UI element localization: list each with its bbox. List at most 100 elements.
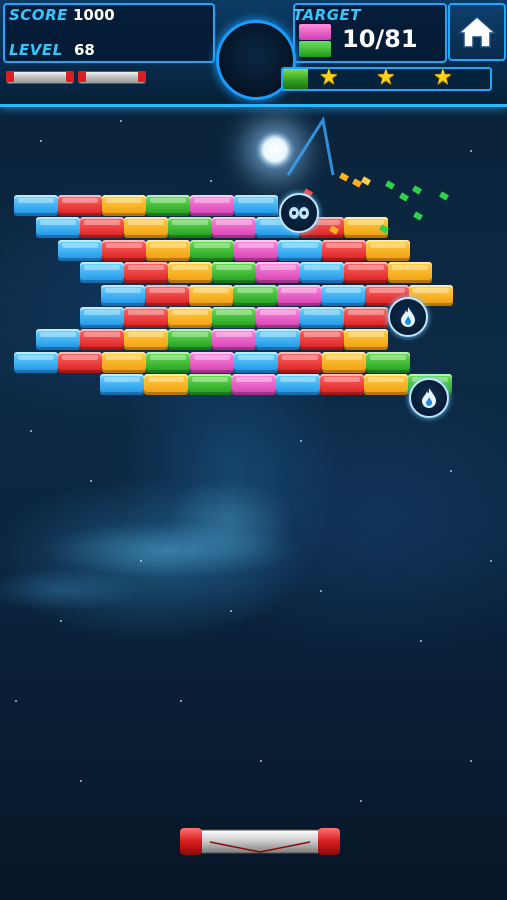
background-star	[60, 620, 62, 622]
brick-red	[58, 351, 102, 373]
brick-blue	[80, 262, 124, 284]
brick-green	[212, 262, 256, 284]
brick-blue	[234, 195, 278, 216]
brick-blue	[278, 239, 322, 261]
flame-orb-icon	[409, 378, 449, 418]
brick-green	[146, 195, 190, 216]
brick-red	[124, 307, 168, 328]
brick-green	[146, 351, 190, 373]
brick-pink	[212, 217, 256, 239]
background-star	[260, 760, 262, 762]
brick-blue	[80, 307, 124, 328]
brick-orange	[102, 351, 146, 373]
brick-blue	[14, 351, 58, 373]
background-star	[120, 120, 122, 122]
nebula-background	[0, 480, 507, 650]
brick-pink	[232, 374, 276, 396]
background-star	[40, 140, 42, 142]
background-star	[210, 180, 212, 182]
brick-red	[320, 374, 364, 396]
brick-blue	[300, 307, 344, 328]
background-star	[140, 560, 142, 562]
brick-orange	[124, 217, 168, 239]
brick-blue	[256, 329, 300, 351]
brick-red	[124, 262, 168, 284]
brick-red	[344, 262, 388, 284]
brick-blue	[234, 351, 278, 373]
brick-red	[102, 239, 146, 261]
background-star	[450, 470, 452, 472]
background-star	[420, 640, 422, 642]
brick-orange	[146, 239, 190, 261]
brick-orange	[344, 329, 388, 351]
brick-red	[145, 284, 189, 306]
brick-green	[188, 374, 232, 396]
background-star	[300, 440, 302, 442]
brick-pink	[212, 329, 256, 351]
brick-orange	[124, 329, 168, 351]
brick-pink	[256, 307, 300, 328]
brick-pink	[277, 284, 321, 306]
brick-green	[212, 307, 256, 328]
brick-orange	[189, 284, 233, 306]
brick-blue	[36, 217, 80, 239]
brick-orange	[366, 239, 410, 261]
ball-trail	[286, 115, 335, 176]
brick-blue	[100, 374, 144, 396]
flame-orb-icon	[388, 297, 428, 337]
brick-pink	[190, 351, 234, 373]
skull-orb-icon	[279, 193, 319, 233]
life-paddle-icon	[78, 71, 146, 84]
brick-pink	[256, 262, 300, 284]
brick-red	[80, 217, 124, 239]
brick-orange	[144, 374, 188, 396]
background-star	[30, 430, 32, 432]
paddle[interactable]	[180, 828, 340, 855]
brick-blue	[36, 329, 80, 351]
background-star	[90, 480, 92, 482]
brick-blue	[276, 374, 320, 396]
target-pink-brick-icon	[299, 24, 331, 40]
brick-red	[344, 307, 388, 328]
home-icon	[457, 15, 497, 48]
star-icon-2: ★	[376, 64, 396, 89]
target-label: TARGET	[293, 6, 362, 24]
brick-blue	[300, 262, 344, 284]
brick-orange	[322, 351, 366, 373]
life-paddle-icon	[6, 71, 74, 84]
star-icon-3: ★	[433, 64, 453, 89]
home-button[interactable]	[448, 3, 506, 61]
brick-orange	[388, 262, 432, 284]
background-star	[320, 590, 322, 592]
game-stage[interactable]: SCORE 1000 LEVEL 68 TARGET 10/81 ★ ★ ★	[0, 0, 507, 900]
brick-green	[168, 329, 212, 351]
brick-blue	[58, 239, 102, 261]
background-star	[490, 560, 492, 562]
brick-orange	[102, 195, 146, 216]
level-value: 68	[74, 41, 95, 59]
brick-pink	[190, 195, 234, 216]
brick-orange	[168, 262, 212, 284]
brick-red	[300, 329, 344, 351]
brick-red	[322, 239, 366, 261]
brick-red	[80, 329, 124, 351]
target-count: 10/81	[342, 25, 418, 53]
target-green-brick-icon	[299, 41, 331, 57]
brick-green	[233, 284, 277, 306]
background-star	[180, 700, 182, 702]
hud-bar: SCORE 1000 LEVEL 68 TARGET 10/81 ★ ★ ★	[0, 0, 507, 107]
brick-red	[278, 351, 322, 373]
brick-pink	[234, 239, 278, 261]
brick-green	[190, 239, 234, 261]
brick-blue	[321, 284, 365, 306]
brick-orange	[364, 374, 408, 396]
brick-green	[366, 351, 410, 373]
background-star	[80, 780, 82, 782]
level-progress-fill	[283, 69, 309, 89]
score-label: SCORE	[9, 6, 68, 24]
brick-orange	[168, 307, 212, 328]
background-star	[230, 610, 232, 612]
level-label: LEVEL	[9, 41, 63, 59]
brick-blue	[14, 195, 58, 216]
star-icon-1: ★	[319, 64, 339, 89]
